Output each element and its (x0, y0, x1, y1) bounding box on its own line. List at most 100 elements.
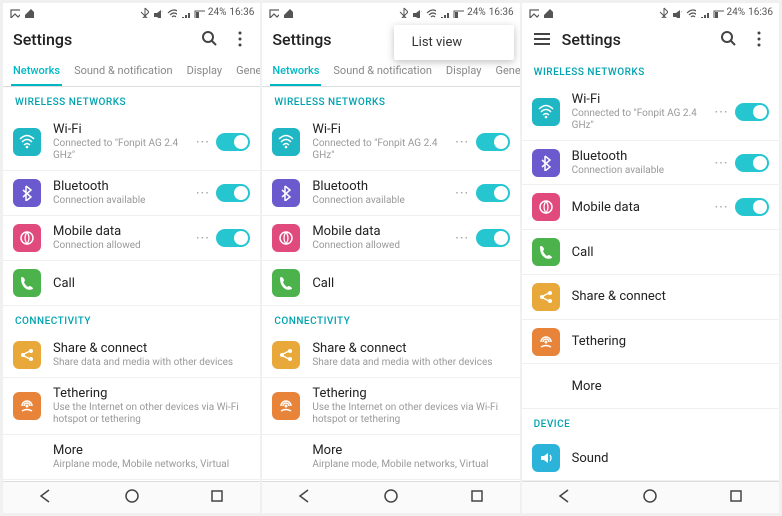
search-button[interactable] (200, 29, 220, 49)
hamburger-menu-button[interactable] (532, 29, 552, 49)
wifi-toggle[interactable] (216, 133, 250, 151)
section-wireless: WIRELESS NETWORKS (522, 57, 779, 84)
data-more-icon[interactable]: ⋯ (189, 230, 216, 246)
section-wireless: WIRELESS NETWORKS (262, 87, 519, 114)
data-more-icon[interactable]: ⋯ (449, 230, 476, 246)
share-title: Share & connect (312, 341, 509, 356)
row-share[interactable]: Share & connectShare data and media with… (3, 333, 260, 378)
row-call[interactable]: Call (522, 230, 779, 275)
bluetooth-icon (13, 179, 41, 207)
row-more[interactable]: More (522, 364, 779, 409)
nav-back[interactable] (38, 488, 54, 507)
row-sound[interactable]: Sound (522, 436, 779, 481)
bt-toggle[interactable] (735, 154, 769, 172)
share-title: Share & connect (53, 341, 250, 356)
wifi-more-icon[interactable]: ⋯ (449, 134, 476, 150)
tethering-icon (532, 328, 560, 356)
tab-networks[interactable]: Networks (11, 57, 62, 86)
row-tethering[interactable]: TetheringUse the Internet on other devic… (3, 378, 260, 435)
overflow-popup: List view (394, 25, 514, 60)
nav-bar (3, 481, 260, 513)
data-toggle[interactable] (476, 229, 510, 247)
share-title: Share & connect (572, 289, 769, 304)
data-toggle[interactable] (735, 198, 769, 216)
home-icon (23, 7, 34, 18)
overflow-menu-button[interactable] (230, 29, 250, 49)
row-wifi[interactable]: Wi-FiConnected to "Fonpit AG 2.4 GHz" ⋯ (262, 114, 519, 171)
home-icon (542, 7, 553, 18)
row-mobiledata[interactable]: Mobile dataConnection allowed ⋯ (3, 216, 260, 261)
nav-home[interactable] (642, 488, 658, 507)
row-wifi[interactable]: Wi-FiConnected to "Fonpit AG 2.4 GHz" ⋯ (522, 84, 779, 141)
nav-home[interactable] (383, 488, 399, 507)
menu-item-listview[interactable]: List view (412, 35, 496, 50)
row-bluetooth[interactable]: BluetoothConnection available ⋯ (3, 171, 260, 216)
bluetooth-icon (272, 179, 300, 207)
row-mobiledata[interactable]: Mobile data ⋯ (522, 185, 779, 230)
tab-sound[interactable]: Sound & notification (72, 57, 175, 86)
row-wifi[interactable]: Wi-FiConnected to "Fonpit AG 2.4 GHz" ⋯ (3, 114, 260, 171)
wifi-title: Wi-Fi (53, 122, 189, 137)
bt-more-icon[interactable]: ⋯ (708, 155, 735, 171)
tab-sound[interactable]: Sound & notification (331, 57, 434, 86)
wifi-toggle[interactable] (476, 133, 510, 151)
row-mobiledata[interactable]: Mobile dataConnection allowed ⋯ (262, 216, 519, 261)
bt-more-icon[interactable]: ⋯ (449, 185, 476, 201)
nav-recent[interactable] (469, 488, 485, 507)
data-sub: Connection allowed (312, 240, 448, 252)
tab-general[interactable]: General (234, 57, 260, 86)
row-bluetooth[interactable]: BluetoothConnection available ⋯ (262, 171, 519, 216)
nav-recent[interactable] (209, 488, 225, 507)
tethering-icon (272, 392, 300, 420)
image-icon (9, 7, 20, 18)
nav-back[interactable] (297, 488, 313, 507)
search-button[interactable] (719, 29, 739, 49)
tab-display[interactable]: Display (185, 57, 225, 86)
row-call[interactable]: Call (262, 261, 519, 306)
data-toggle[interactable] (216, 229, 250, 247)
wifi-title: Wi-Fi (312, 122, 448, 137)
row-tethering[interactable]: TetheringUse the Internet on other devic… (262, 378, 519, 435)
nav-recent[interactable] (728, 488, 744, 507)
battery-icon (194, 7, 205, 18)
nav-back[interactable] (557, 488, 573, 507)
overflow-menu-button[interactable] (749, 29, 769, 49)
wifi-more-icon[interactable]: ⋯ (708, 104, 735, 120)
status-bar: 24% 16:36 (522, 3, 779, 21)
section-wireless: WIRELESS NETWORKS (3, 87, 260, 114)
tabs: Networks Sound & notification Display Ge… (3, 57, 260, 87)
tab-networks[interactable]: Networks (270, 57, 321, 86)
bt-more-icon[interactable]: ⋯ (189, 185, 216, 201)
more-title: More (572, 379, 769, 394)
screen-2: 24% 16:36 List view Settings Networks So… (262, 3, 519, 513)
row-bluetooth[interactable]: BluetoothConnection available ⋯ (522, 141, 779, 186)
tether-title: Tethering (53, 386, 250, 401)
row-share[interactable]: Share & connect (522, 275, 779, 320)
mute-icon (152, 7, 163, 18)
row-share[interactable]: Share & connectShare data and media with… (262, 333, 519, 378)
row-tethering[interactable]: Tethering (522, 320, 779, 365)
bluetooth-status-icon (397, 7, 408, 18)
row-call[interactable]: Call (3, 261, 260, 306)
wifi-more-icon[interactable]: ⋯ (189, 134, 216, 150)
title-bar: Settings (3, 21, 260, 57)
call-icon (272, 269, 300, 297)
signal-icon (180, 7, 191, 18)
battery-text: 24% (208, 7, 227, 18)
tab-display[interactable]: Display (444, 57, 484, 86)
nav-bar (262, 481, 519, 513)
row-more[interactable]: MoreAirplane mode, Mobile networks, Virt… (262, 435, 519, 480)
tab-general[interactable]: General (493, 57, 519, 86)
data-more-icon[interactable]: ⋯ (708, 199, 735, 215)
bt-toggle[interactable] (216, 184, 250, 202)
wifi-icon (272, 128, 300, 156)
wifi-toggle[interactable] (735, 103, 769, 121)
nav-home[interactable] (124, 488, 140, 507)
mute-icon (671, 7, 682, 18)
row-more[interactable]: MoreAirplane mode, Mobile networks, Virt… (3, 435, 260, 480)
share-sub: Share data and media with other devices (312, 357, 509, 369)
bt-toggle[interactable] (476, 184, 510, 202)
tethering-icon (13, 392, 41, 420)
image-icon (268, 7, 279, 18)
page-title: Settings (562, 30, 709, 49)
